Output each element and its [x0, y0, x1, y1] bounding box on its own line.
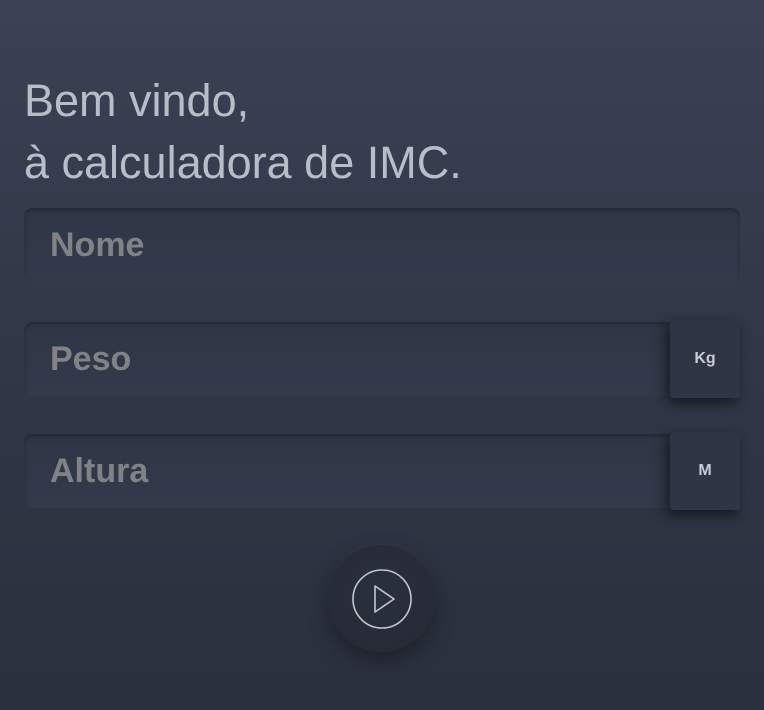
weight-field: Kg	[24, 320, 740, 398]
weight-input[interactable]	[24, 322, 670, 396]
welcome-line-1: Bem vindo,	[24, 75, 250, 126]
height-unit-label: M	[670, 432, 740, 510]
height-input[interactable]	[24, 434, 670, 508]
play-circle-icon	[351, 568, 412, 629]
name-input[interactable]	[24, 208, 740, 282]
welcome-heading: Bem vindo, à calculadora de IMC.	[24, 70, 462, 194]
welcome-line-2: à calculadora de IMC.	[24, 137, 462, 188]
calculate-button[interactable]	[328, 545, 435, 652]
height-field: M	[24, 432, 740, 510]
name-field	[24, 208, 740, 282]
weight-unit-label: Kg	[670, 320, 740, 398]
